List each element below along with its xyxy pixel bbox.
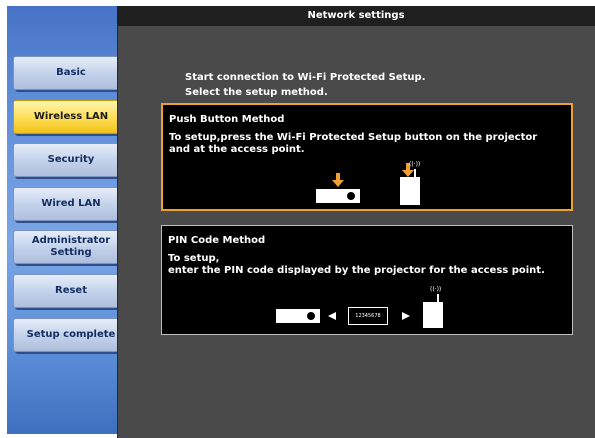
arrow-left-icon	[328, 312, 336, 320]
sidebar-item-wireless-lan[interactable]: Wireless LAN	[13, 100, 129, 134]
pin-code-method-title: PIN Code Method	[168, 235, 266, 246]
arrow-right-icon	[402, 312, 410, 320]
intro-text: Start connection to Wi-Fi Protected Setu…	[185, 70, 426, 100]
window-title: Network settings	[117, 6, 595, 26]
sidebar-item-basic[interactable]: Basic	[13, 56, 129, 90]
wireless-signal-icon: ((·))	[409, 161, 421, 168]
intro-line-1: Start connection to Wi-Fi Protected Setu…	[185, 72, 426, 83]
push-arrow-head-icon	[332, 180, 344, 187]
wireless-signal-icon: ((·))	[430, 286, 442, 293]
push-button-method-description: To setup,press the Wi-Fi Protected Setup…	[169, 132, 537, 156]
intro-line-2: Select the setup method.	[185, 87, 328, 98]
sidebar: Basic Wireless LAN Security Wired LAN Ad…	[7, 6, 129, 434]
pin-code-method-option[interactable]: PIN Code Method To setup, enter the PIN …	[161, 225, 573, 335]
sidebar-item-wired-lan[interactable]: Wired LAN	[13, 187, 129, 221]
pin-code-display: 12345678	[348, 307, 388, 325]
sidebar-item-setup-complete[interactable]: Setup complete	[13, 318, 129, 352]
sidebar-item-administrator-setting[interactable]: Administrator Setting	[13, 230, 129, 264]
pin-desc-line-1: To setup,	[168, 253, 220, 264]
push-desc-line-1: To setup,press the Wi-Fi Protected Setup…	[169, 132, 538, 143]
sidebar-item-security[interactable]: Security	[13, 143, 129, 177]
projector-icon	[276, 309, 320, 323]
access-point-icon	[423, 302, 443, 328]
access-point-icon	[400, 177, 420, 205]
push-arrow-head-icon	[402, 170, 414, 177]
push-button-method-title: Push Button Method	[169, 114, 285, 125]
projector-icon	[316, 189, 360, 203]
push-button-method-option[interactable]: Push Button Method To setup,press the Wi…	[161, 103, 573, 211]
pin-code-method-description: To setup, enter the PIN code displayed b…	[168, 253, 545, 277]
sidebar-item-reset[interactable]: Reset	[13, 274, 129, 308]
push-desc-line-2: and at the access point.	[169, 144, 305, 155]
main-panel: Network settings Start connection to Wi-…	[117, 6, 595, 438]
pin-desc-line-2: enter the PIN code displayed by the proj…	[168, 265, 545, 276]
network-settings-window: Basic Wireless LAN Security Wired LAN Ad…	[0, 0, 595, 438]
push-arrow-icon	[336, 173, 340, 180]
